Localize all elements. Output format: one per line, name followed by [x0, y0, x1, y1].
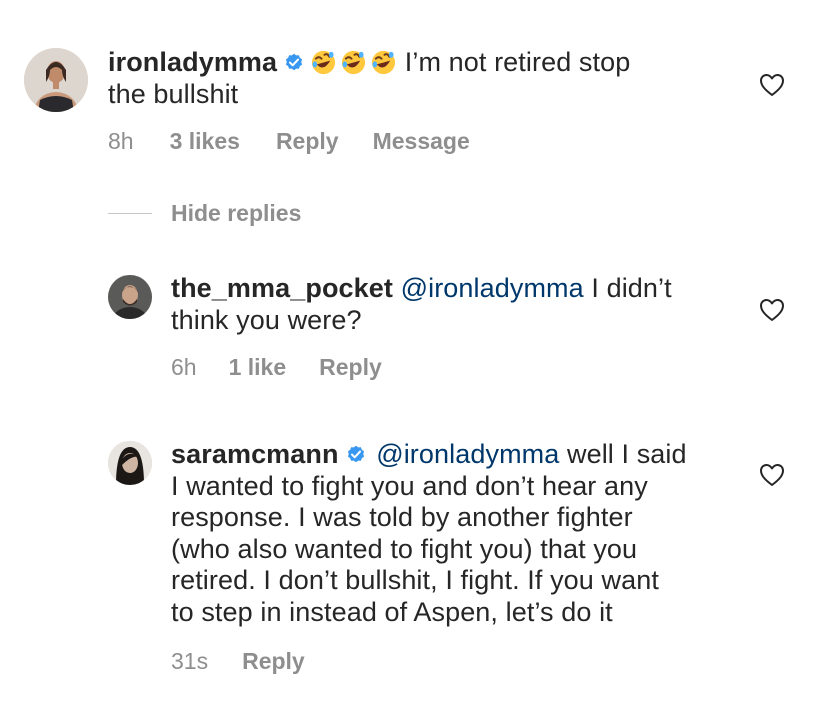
- reply-text-line2: think you were?: [171, 304, 362, 335]
- avatar-saramcmann[interactable]: [108, 441, 152, 485]
- reply-button[interactable]: Reply: [276, 128, 339, 155]
- reply-meta: 6h 1 like Reply: [171, 354, 382, 381]
- reply-text-line1: well I said: [559, 439, 687, 469]
- reply-text: saramcmann @ironladymma well I said I wa…: [171, 439, 751, 628]
- comment-text: ironladymma I’m not retired stop the bul…: [108, 47, 748, 110]
- mention-link[interactable]: @ironladymma: [376, 439, 559, 469]
- reply-meta: 31s Reply: [171, 648, 305, 675]
- message-button[interactable]: Message: [373, 128, 470, 155]
- rolling-laughing-emoji: [340, 49, 367, 76]
- verified-badge-icon: [345, 443, 367, 465]
- comment-time: 8h: [108, 128, 134, 154]
- mention-link[interactable]: @ironladymma: [401, 273, 584, 303]
- like-heart-icon[interactable]: [759, 463, 785, 487]
- comment-text-line2: the bullshit: [108, 78, 239, 109]
- reply-text-line1: I didn’t: [583, 273, 672, 303]
- avatar-ironladymma[interactable]: [24, 48, 88, 112]
- reply-text-line: to step in instead of Aspen, let’s do it: [171, 596, 613, 627]
- reply-username[interactable]: saramcmann: [171, 439, 339, 469]
- reply-button[interactable]: Reply: [242, 648, 305, 675]
- reply-username[interactable]: the_mma_pocket: [171, 273, 393, 303]
- comment-text-line1: I’m not retired stop: [397, 47, 631, 77]
- reply-text-line: (who also wanted to fight you) that you: [171, 533, 638, 564]
- hide-replies-toggle[interactable]: Hide replies: [108, 200, 301, 227]
- comment-username[interactable]: ironladymma: [108, 47, 277, 77]
- divider-line: [108, 213, 152, 214]
- reply-text-line: I wanted to fight you and don’t hear any: [171, 470, 648, 501]
- comment-likes-count[interactable]: 3 likes: [170, 128, 240, 155]
- reply-text: the_mma_pocket @ironladymma I didn’t thi…: [171, 273, 741, 336]
- reply-button[interactable]: Reply: [319, 354, 382, 381]
- like-heart-icon[interactable]: [759, 73, 785, 97]
- comments-thread: ironladymma I’m not retired stop the bul…: [0, 0, 828, 707]
- reply-time: 6h: [171, 354, 197, 380]
- comment-meta: 8h 3 likes Reply Message: [108, 128, 470, 155]
- verified-badge-icon: [283, 51, 305, 73]
- avatar-the-mma-pocket[interactable]: [108, 275, 152, 319]
- reply-text-line: response. I was told by another fighter: [171, 502, 633, 532]
- reply-time: 31s: [171, 648, 209, 674]
- hide-replies-label[interactable]: Hide replies: [171, 200, 301, 227]
- like-heart-icon[interactable]: [759, 298, 785, 322]
- reply-text-line: retired. I don’t bullshit, I fight. If y…: [171, 565, 659, 595]
- reply-likes-count[interactable]: 1 like: [229, 354, 287, 381]
- rolling-laughing-emoji: [310, 49, 337, 76]
- rolling-laughing-emoji: [370, 49, 397, 76]
